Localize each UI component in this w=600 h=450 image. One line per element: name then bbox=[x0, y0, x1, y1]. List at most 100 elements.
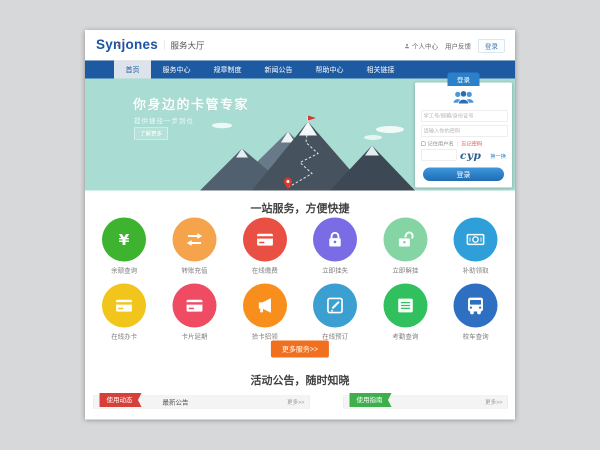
service-item-1[interactable]: 转账充值 bbox=[159, 218, 229, 275]
card-icon bbox=[183, 295, 205, 317]
announcement-panel-1: 使用指南 更多>> bbox=[343, 396, 508, 409]
captcha-input[interactable] bbox=[421, 150, 457, 161]
service-label: 转账充值 bbox=[181, 265, 207, 275]
login-submit-button[interactable]: 登录 bbox=[423, 168, 504, 182]
remember-label: 记住用户名 bbox=[428, 140, 454, 148]
service-item-7[interactable]: 卡片延期 bbox=[159, 284, 229, 341]
service-label: 卡片延期 bbox=[181, 331, 207, 341]
username-input[interactable] bbox=[421, 111, 508, 122]
service-label: 校车查询 bbox=[463, 331, 489, 341]
service-label: 补助领取 bbox=[463, 265, 489, 275]
header-link-label: 用户反馈 bbox=[445, 41, 471, 51]
service-label: 在线办卡 bbox=[111, 331, 137, 341]
service-circle bbox=[313, 284, 357, 328]
service-item-5[interactable]: 补助领取 bbox=[441, 218, 511, 275]
service-circle bbox=[243, 284, 287, 328]
service-item-0[interactable]: ¥ 余额查询 bbox=[89, 218, 159, 275]
hero-banner: 你身边的卡管专家 提供捷径一步到位 了解更多 登录 bbox=[85, 79, 515, 191]
panel-secondary-tab[interactable]: 最新公告 bbox=[163, 396, 189, 409]
service-label: 余额查询 bbox=[111, 265, 137, 275]
more-services-button[interactable]: 更多服务>> bbox=[271, 341, 329, 358]
captcha-refresh-link[interactable]: 换一换 bbox=[490, 153, 506, 161]
service-item-3[interactable]: 立即挂失 bbox=[300, 218, 370, 275]
announcement-panel-0: 使用动态 最新公告 更多>> bbox=[93, 396, 310, 409]
service-circle bbox=[383, 218, 427, 262]
service-label: 拾卡招领 bbox=[252, 331, 278, 341]
service-label: 立即挂失 bbox=[322, 265, 348, 275]
login-tab[interactable]: 登录 bbox=[447, 73, 479, 87]
header-link-0[interactable]: 个人中心 bbox=[403, 41, 438, 51]
service-label: 考勤查询 bbox=[392, 331, 418, 341]
service-circle bbox=[313, 218, 357, 262]
service-item-6[interactable]: 在线办卡 bbox=[89, 284, 159, 341]
hero-cta-button[interactable]: 了解更多 bbox=[134, 128, 168, 140]
logo-divider bbox=[164, 40, 165, 50]
logo-text: Synjones bbox=[96, 37, 158, 53]
login-options-row: 记住用户名 忘记密码 bbox=[421, 140, 482, 148]
services-title: 一站服务，方便快捷 bbox=[85, 191, 515, 216]
svg-text:¥: ¥ bbox=[119, 231, 130, 249]
site-header: Synjones ✓ 服务大厅 个人中心用户反馈登录 bbox=[85, 30, 515, 61]
services-section: 一站服务，方便快捷 ¥ 余额查询 转账充值 在线缴费 立即挂失 立即解挂 补助领取在线办卡 卡… bbox=[85, 191, 515, 366]
captcha-row: cyp 换一换 bbox=[421, 150, 506, 162]
password-input[interactable] bbox=[421, 126, 508, 137]
forgot-password-link[interactable]: 忘记密码 bbox=[461, 140, 482, 148]
service-item-11[interactable]: 校车查询 bbox=[441, 284, 511, 341]
panel-more-link[interactable]: 更多>> bbox=[485, 396, 502, 409]
service-circle bbox=[102, 284, 146, 328]
panel-header-bar: 使用指南 更多>> bbox=[343, 396, 508, 409]
service-circle bbox=[243, 218, 287, 262]
service-item-9[interactable]: 在线预订 bbox=[300, 284, 370, 341]
edit-icon bbox=[324, 295, 346, 317]
service-circle bbox=[383, 284, 427, 328]
options-divider bbox=[457, 141, 458, 146]
card-icon bbox=[254, 229, 276, 251]
service-label: 在线预订 bbox=[322, 331, 348, 341]
nav-item-3[interactable]: 新闻公告 bbox=[253, 61, 304, 79]
header-link-1[interactable]: 用户反馈 bbox=[445, 41, 471, 51]
bus-icon bbox=[465, 295, 487, 317]
service-circle bbox=[172, 284, 216, 328]
remember-checkbox[interactable] bbox=[421, 142, 426, 147]
login-panel: 登录 记住用户名 忘记密码 cyp 换一换 登录 bbox=[415, 83, 512, 188]
header-link-label: 个人中心 bbox=[412, 41, 438, 51]
announcements-section: 活动公告，随时知晓 使用动态 最新公告 更多>> 使用指南 更多>> bbox=[85, 366, 515, 420]
portal-page: Synjones ✓ 服务大厅 个人中心用户反馈登录 首页服务中心规章制度新闻公… bbox=[85, 30, 515, 419]
lock-icon bbox=[324, 229, 346, 251]
nav-item-1[interactable]: 服务中心 bbox=[151, 61, 202, 79]
site-name: 服务大厅 bbox=[171, 39, 205, 52]
unlock-icon bbox=[394, 229, 416, 251]
logo-accent-mark: ✓ bbox=[115, 40, 122, 50]
service-circle bbox=[172, 218, 216, 262]
header-login-button[interactable]: 登录 bbox=[478, 39, 505, 53]
card-icon bbox=[113, 295, 135, 317]
nav-item-4[interactable]: 帮助中心 bbox=[304, 61, 355, 79]
service-label: 在线缴费 bbox=[252, 265, 278, 275]
services-grid: ¥ 余额查询 转账充值 在线缴费 立即挂失 立即解挂 补助领取在线办卡 卡片延期 拾卡招领 在线预… bbox=[89, 218, 511, 350]
user-group-icon bbox=[452, 89, 475, 106]
service-circle bbox=[454, 284, 498, 328]
browser-page: Synjones ✓ 服务大厅 个人中心用户反馈登录 首页服务中心规章制度新闻公… bbox=[85, 30, 515, 419]
captcha-image[interactable]: cyp bbox=[460, 149, 481, 162]
panel-header-bar: 使用动态 最新公告 更多>> bbox=[93, 396, 310, 409]
panel-more-link[interactable]: 更多>> bbox=[287, 396, 304, 409]
service-item-8[interactable]: 拾卡招领 bbox=[230, 284, 300, 341]
nav-item-2[interactable]: 规章制度 bbox=[202, 61, 253, 79]
panel-ribbon-tab[interactable]: 使用指南 bbox=[350, 393, 392, 407]
person-icon bbox=[403, 42, 410, 49]
site-logo[interactable]: Synjones ✓ 服务大厅 bbox=[96, 37, 205, 53]
service-item-10[interactable]: 考勤查询 bbox=[370, 284, 440, 341]
hero-subtitle: 提供捷径一步到位 bbox=[134, 116, 194, 126]
header-links: 个人中心用户反馈登录 bbox=[403, 39, 505, 53]
service-item-4[interactable]: 立即解挂 bbox=[370, 218, 440, 275]
service-item-2[interactable]: 在线缴费 bbox=[230, 218, 300, 275]
list-icon bbox=[394, 295, 416, 317]
nav-item-0[interactable]: 首页 bbox=[114, 61, 151, 79]
nav-item-5[interactable]: 相关链接 bbox=[355, 61, 406, 79]
service-circle: ¥ bbox=[102, 218, 146, 262]
megaphone-icon bbox=[254, 295, 276, 317]
service-label: 立即解挂 bbox=[392, 265, 418, 275]
panel-ribbon-tab[interactable]: 使用动态 bbox=[100, 393, 142, 407]
announcements-title: 活动公告，随时知晓 bbox=[85, 366, 515, 388]
yen-icon: ¥ bbox=[113, 229, 135, 251]
